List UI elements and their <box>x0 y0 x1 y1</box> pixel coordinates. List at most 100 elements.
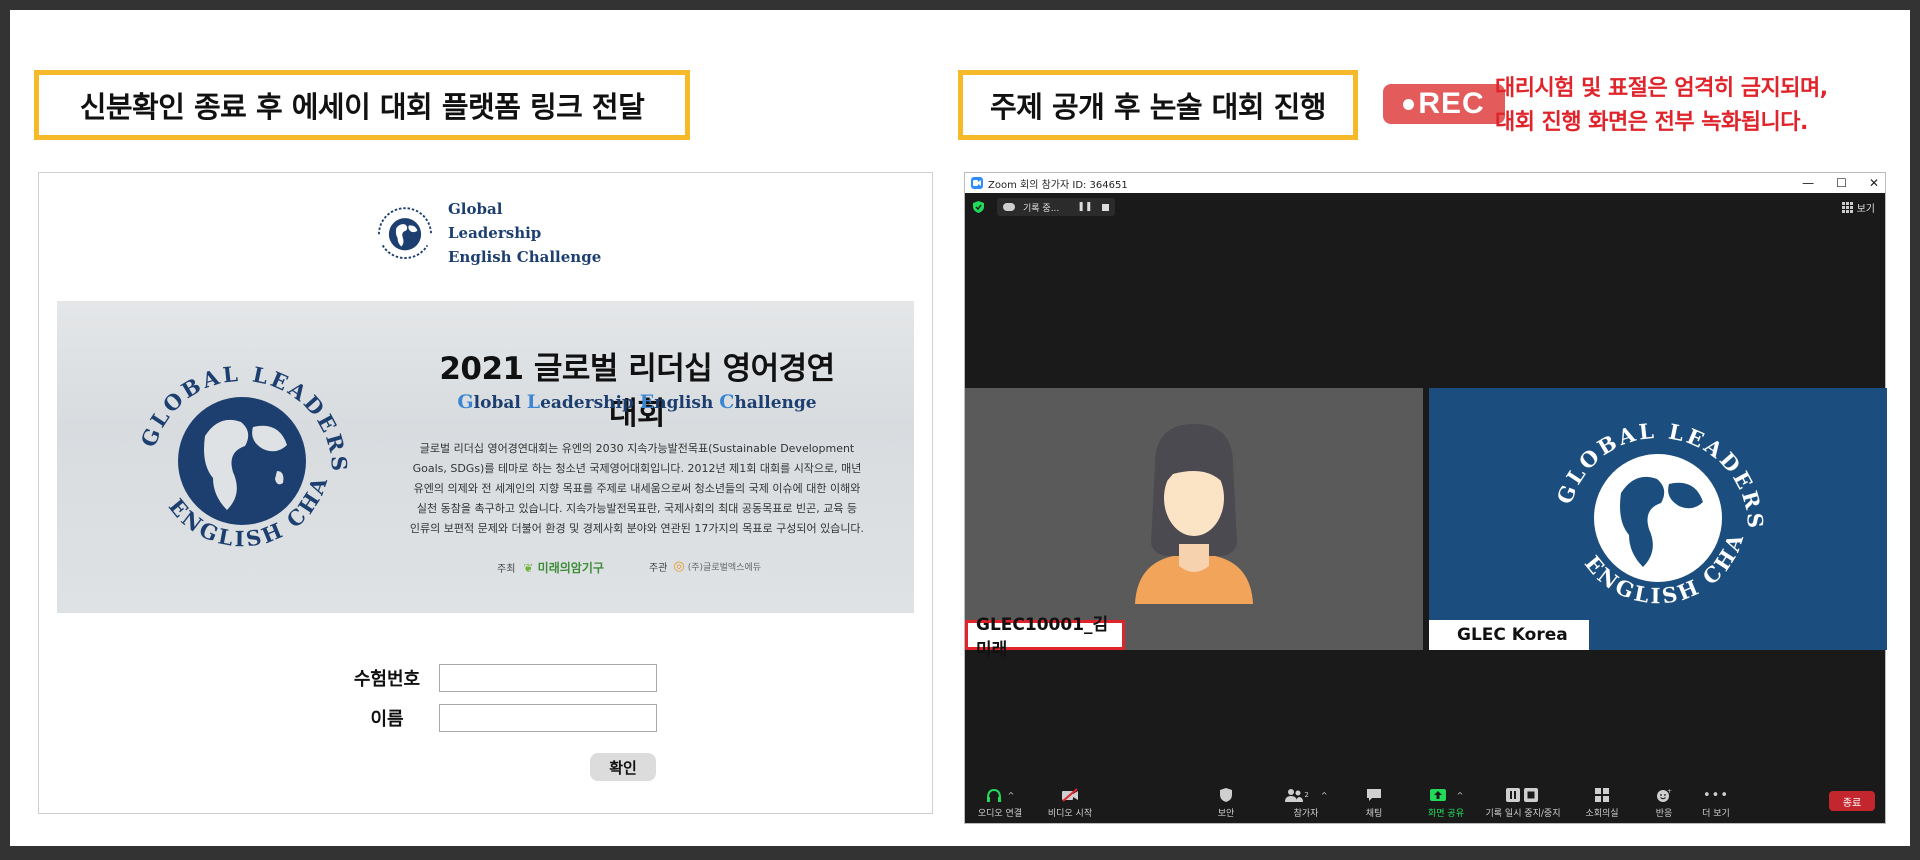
exam-number-row: 수험번호 <box>347 664 657 692</box>
participant-tile-host[interactable]: GLOBAL LEADERSHIP ENGLISH CHALLENGE GLEC… <box>1429 388 1887 650</box>
desc-line: Goals, SDGs)를 테마로 하는 청소년 국제영어대회입니다. 2012… <box>412 462 862 475</box>
site-header-logo: Global Leadership English Challenge <box>374 197 601 269</box>
name-row: 이름 <box>347 704 657 732</box>
recording-indicator: 기록 중... ❚❚ <box>997 198 1115 216</box>
audio-connect-button[interactable]: ^ 오디오 연결 <box>965 787 1035 819</box>
sub-word-4: hallenge <box>734 393 817 413</box>
breakout-label: 소회의실 <box>1585 809 1619 819</box>
sponsor-host-name: 미래의암기구 <box>537 561 604 575</box>
close-icon[interactable]: ✕ <box>1869 176 1879 190</box>
caption-left: 신분확인 종료 후 에세이 대회 플랫폼 링크 전달 <box>34 70 690 140</box>
share-screen-icon <box>1429 789 1446 801</box>
user-name-tag: GLEC10001_김미래 <box>965 615 1125 660</box>
warning-text: 대리시험 및 표절은 엄격히 금지되며, 대회 진행 화면은 전부 녹화됩니다. <box>1495 72 1895 140</box>
share-caret-icon[interactable]: ^ <box>1457 791 1464 800</box>
sponsor-org-logo: ◎ (주)글로벌엑스에듀 <box>673 559 761 574</box>
view-label: 보기 <box>1856 204 1875 215</box>
sponsor-org-label: 주관 <box>649 563 668 574</box>
banner-subtitle: Global Leadership English Challenge <box>427 391 847 413</box>
encryption-shield-icon[interactable] <box>973 201 984 213</box>
maximize-icon[interactable]: ☐ <box>1836 176 1847 190</box>
record-pause-label: 기록 일시 중지/중지 <box>1485 809 1561 819</box>
participants-icon <box>1285 789 1304 802</box>
headphone-icon <box>986 788 1001 802</box>
security-button[interactable]: 보안 <box>1191 787 1261 819</box>
essay-platform-page: Global Leadership English Challenge GLOB… <box>38 172 933 814</box>
audio-caret-icon[interactable]: ^ <box>1008 791 1015 800</box>
exam-number-input[interactable] <box>439 664 657 692</box>
confirm-button[interactable]: 확인 <box>590 753 656 781</box>
participants-label: 참가자 <box>1293 809 1319 819</box>
sub-cap-g: G <box>457 391 474 413</box>
chat-button[interactable]: 채팅 <box>1339 787 1409 819</box>
sub-word-3: nglish <box>654 393 720 413</box>
video-start-label: 비디오 시작 <box>1047 809 1093 819</box>
chat-label: 채팅 <box>1365 809 1383 819</box>
reaction-icon: + <box>1657 788 1672 802</box>
brand-line-2: Leadership <box>448 224 542 242</box>
rec-badge: REC <box>1383 84 1505 124</box>
chat-icon <box>1367 789 1381 801</box>
zoom-topbar: 기록 중... ❚❚ 보기 <box>965 193 1885 219</box>
pause-recording-icon[interactable]: ❚❚ <box>1077 202 1092 212</box>
sponsor-host-logo: ❦ 미래의암기구 <box>523 559 604 576</box>
cloud-record-icon <box>1003 203 1015 211</box>
more-label: 더 보기 <box>1702 809 1730 819</box>
caption-right: 주제 공개 후 논술 대회 진행 <box>958 70 1358 140</box>
host-name-tag: GLEC Korea <box>1429 620 1589 650</box>
sub-cap-l: L <box>526 391 541 413</box>
brand-text: Global Leadership English Challenge <box>448 197 601 269</box>
rec-dot-icon <box>1403 98 1415 110</box>
zoom-window-title: Zoom 회의 참가자 ID: 364651 <box>988 179 1128 191</box>
name-label: 이름 <box>370 709 404 730</box>
glec-globe-logo-white-icon: GLOBAL LEADERSHIP ENGLISH CHALLENGE <box>1543 398 1765 608</box>
breakout-icon <box>1595 788 1609 802</box>
share-screen-button[interactable]: ^ 화면 공유 <box>1411 787 1481 819</box>
breakout-rooms-button[interactable]: 소회의실 <box>1567 787 1637 819</box>
sub-cap-c: C <box>719 391 735 413</box>
minimize-icon[interactable]: — <box>1802 176 1814 190</box>
participant-count-badge: 2 <box>1304 791 1309 799</box>
record-pause-stop-button[interactable]: 기록 일시 중지/중지 <box>1477 787 1569 819</box>
desc-line: 인류의 보편적 문제와 더불어 환경 및 경제사회 분야와 연관된 17가지의 … <box>409 522 865 535</box>
zoom-app-icon <box>971 177 983 189</box>
more-button[interactable]: ••• 더 보기 <box>1681 787 1751 820</box>
share-screen-label: 화면 공유 <box>1428 809 1464 819</box>
brand-line-3: English Challenge <box>448 248 602 266</box>
zoom-titlebar: Zoom 회의 참가자 ID: 364651 — ☐ ✕ <box>965 173 1885 193</box>
sponsor-org-name: (주)글로벌엑스에듀 <box>687 563 762 573</box>
desc-line: 실천 동참을 촉구하고 있습니다. 지속가능발전목표란, 국제사회의 최대 공동… <box>416 502 858 515</box>
more-icon: ••• <box>1702 787 1729 803</box>
desc-line: 글로벌 리더십 영어경연대회는 유엔의 2030 지속가능발전목표(Sustai… <box>419 442 855 455</box>
desc-line: 유엔의 의제와 전 세계인의 지향 목표를 주제로 내세움으로써 청소년들의 국… <box>413 482 861 495</box>
sponsor-host: 주최 ❦ 미래의암기구 <box>497 559 604 576</box>
banner-title: 2021 글로벌 리더십 영어경연대회 <box>439 351 835 432</box>
window-controls: — ☐ ✕ <box>1802 173 1879 193</box>
user-avatar-icon <box>1135 424 1253 604</box>
view-button[interactable]: 보기 <box>1841 200 1875 215</box>
hero-banner: GLOBAL LEADERSHIP ENGLISH CHALLENGE 2021… <box>57 301 914 613</box>
name-input[interactable] <box>439 704 657 732</box>
participants-button[interactable]: 2 ^ 참가자 <box>1271 787 1341 819</box>
leaf-icon: ❦ <box>523 561 534 575</box>
brand-line-1: Global <box>448 200 503 218</box>
stop-recording-icon[interactable] <box>1102 203 1110 211</box>
sponsor-host-label: 주최 <box>497 564 516 575</box>
shield-icon <box>1220 788 1232 802</box>
end-meeting-button[interactable]: 종료 <box>1829 791 1875 811</box>
record-pause-icon <box>1506 788 1538 802</box>
svg-text:+: + <box>1667 788 1672 795</box>
zoom-window: Zoom 회의 참가자 ID: 364651 — ☐ ✕ 기록 중... ❚❚ … <box>964 172 1887 824</box>
security-label: 보안 <box>1217 809 1235 819</box>
warning-line-1: 대리시험 및 표절은 엄격히 금지되며, <box>1495 76 1828 101</box>
exam-number-label: 수험번호 <box>353 669 421 690</box>
zoom-toolbar: ^ 오디오 연결 비디오 시작 보안 2 ^ 참가자 채팅 ^ 화면 공유 기록… <box>965 781 1885 823</box>
audio-connect-label: 오디오 연결 <box>977 809 1023 819</box>
rec-badge-text: REC <box>1418 87 1485 120</box>
sponsor-organizer: 주관 ◎ (주)글로벌엑스에듀 <box>649 559 761 574</box>
participant-tile-user[interactable]: GLEC10001_김미래 <box>965 388 1423 660</box>
recording-text: 기록 중... <box>1023 203 1060 214</box>
video-start-button[interactable]: 비디오 시작 <box>1035 787 1105 819</box>
warning-line-2: 대회 진행 화면은 전부 녹화됩니다. <box>1495 110 1808 135</box>
participants-caret-icon[interactable]: ^ <box>1321 791 1328 800</box>
